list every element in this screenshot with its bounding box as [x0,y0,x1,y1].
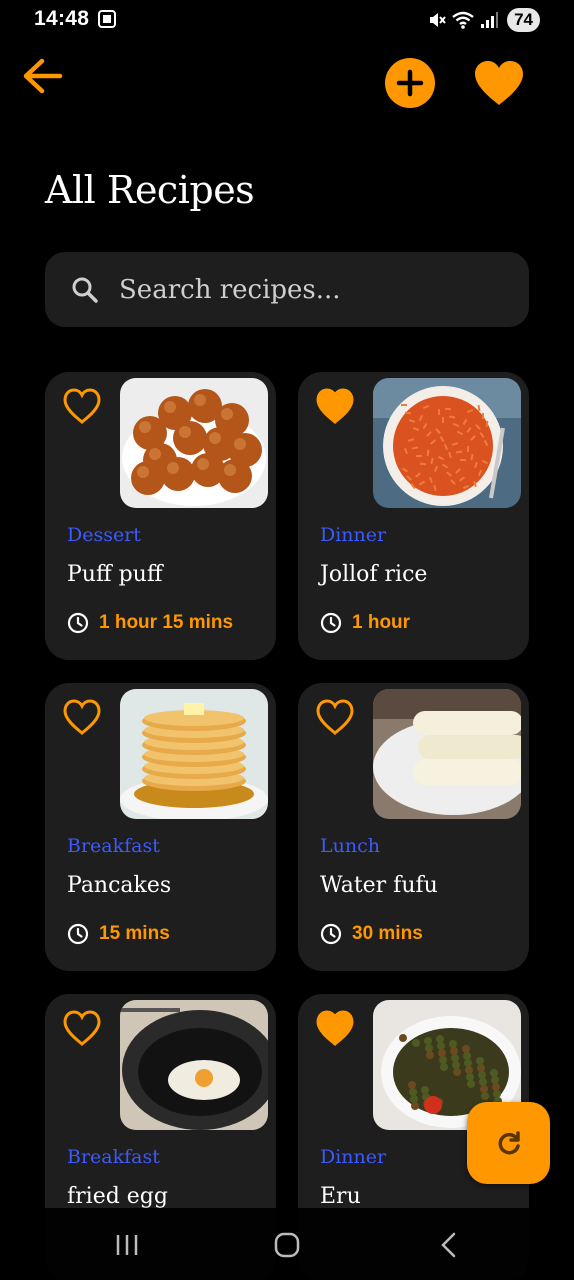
puff-puff-photo [120,378,268,508]
heart-outline-icon[interactable] [63,699,101,735]
heart-outline-icon[interactable] [63,388,101,424]
recipe-category: Dinner [320,524,387,546]
status-icons: 74 [427,7,540,33]
recipe-time: 15 mins [67,923,170,945]
recipe-time-text: 30 mins [352,923,423,944]
add-recipe-button[interactable] [385,58,435,108]
recipe-card[interactable]: Breakfast Pancakes 15 mins [45,683,276,971]
favorites-heart-icon[interactable] [472,58,526,108]
recipe-category: Dessert [67,524,141,546]
search-icon [72,277,98,303]
heart-outline-icon[interactable] [316,699,354,735]
heart-filled-icon[interactable] [316,388,354,424]
battery-indicator: 74 [507,8,540,32]
home-icon[interactable] [274,1232,300,1258]
recipe-time-text: 1 hour [352,612,411,633]
search-placeholder: Search recipes... [119,274,341,305]
search-input[interactable]: Search recipes... [45,252,529,327]
recipe-category: Breakfast [67,1146,160,1168]
recipe-time: 1 hour [320,612,410,634]
status-time: 14:48 [34,7,90,30]
status-bar: 14:48 74 [0,0,574,40]
heart-outline-icon[interactable] [63,1010,101,1046]
recent-apps-icon[interactable] [114,1232,140,1258]
recipe-card[interactable]: Dinner Jollof rice 1 hour [298,372,529,660]
arrow-left-icon[interactable] [20,53,66,99]
recipe-name: Jollof rice [320,562,428,587]
wifi-icon [452,11,474,29]
recipe-time-text: 15 mins [99,923,170,944]
recipe-category: Lunch [320,835,380,857]
recipe-name: Puff puff [67,562,163,587]
recipe-category: Breakfast [67,835,160,857]
recipe-name: Pancakes [67,873,172,898]
recipe-name: Eru [320,1184,361,1209]
recipe-card[interactable]: Lunch Water fufu 30 mins [298,683,529,971]
water-fufu-photo [373,689,521,819]
back-nav-icon[interactable] [438,1232,460,1258]
heart-filled-icon[interactable] [316,1010,354,1046]
recipe-card[interactable]: Dessert Puff puff 1 hour 15 mins [45,372,276,660]
clock-icon [67,612,89,634]
recipe-category: Dinner [320,1146,387,1168]
plus-icon [396,69,424,97]
recipe-time: 30 mins [320,923,423,945]
screenshot-icon [98,10,116,28]
page-title: All Recipes [45,168,255,212]
recipe-time-text: 1 hour 15 mins [99,612,234,633]
recipe-time: 1 hour 15 mins [67,612,233,634]
clock-icon [67,923,89,945]
recipe-name: fried egg [67,1184,168,1209]
recipe-name: Water fufu [320,873,438,898]
refresh-button[interactable] [467,1102,550,1184]
fried-egg-photo [120,1000,268,1130]
mute-icon [430,13,446,27]
clock-icon [320,612,342,634]
clock-icon [320,923,342,945]
pancakes-photo [120,689,268,819]
signal-icon [481,12,499,28]
jollof-rice-photo [373,378,521,508]
refresh-icon [498,1131,520,1155]
